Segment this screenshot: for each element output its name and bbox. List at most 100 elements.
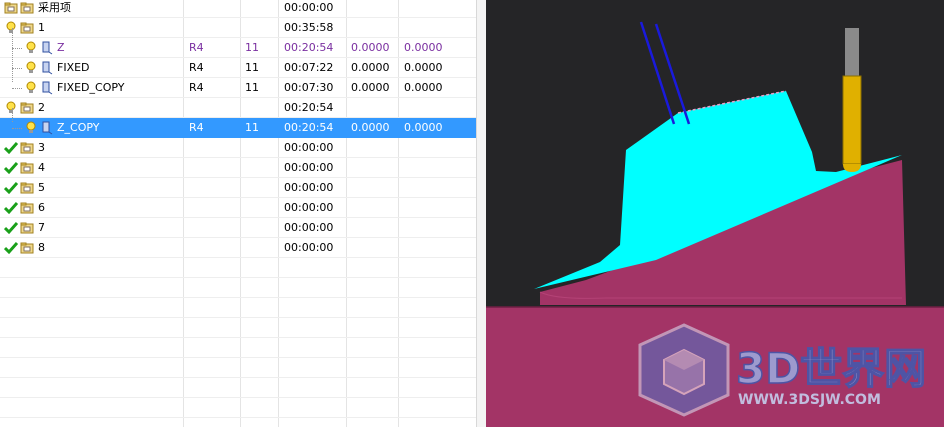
name-cell[interactable]: 5: [0, 178, 183, 198]
operation-name: 5: [38, 181, 45, 194]
floor-stock-cell: 0.0000: [404, 81, 443, 94]
time-cell: 00:00:00: [284, 241, 334, 254]
tool-number-cell: 11: [245, 41, 259, 54]
folder-icon: [20, 141, 34, 155]
tool-cell: [189, 158, 239, 178]
tool-number-cell: 11: [245, 121, 259, 134]
operation-name: Z: [57, 41, 65, 54]
graphics-viewport[interactable]: 3D世界网 WWW.3DSJW.COM: [486, 0, 944, 427]
tool-number-cell: 11: [245, 61, 259, 74]
floor-stock-cell: [404, 238, 474, 258]
empty-row: [0, 378, 476, 398]
tree-row[interactable]: 采用项 00:00:00: [0, 0, 476, 18]
time-cell: 00:07:30: [284, 81, 334, 94]
name-cell[interactable]: 2: [0, 98, 183, 118]
operation-name: 2: [38, 101, 45, 114]
tree-row[interactable]: Z R4 11 00:20:54 0.0000 0.0000: [0, 38, 476, 58]
stock-cell: [351, 198, 397, 218]
tool-number-cell: [245, 158, 277, 178]
panel-splitter[interactable]: [476, 0, 486, 427]
folder-icon: [20, 1, 34, 15]
floor-stock-cell: [404, 18, 474, 38]
tree-row[interactable]: 7 00:00:00: [0, 218, 476, 238]
time-cell: 00:20:54: [284, 41, 334, 54]
folder-icon: [20, 221, 34, 235]
tool-number-cell: [245, 198, 277, 218]
warning-bulb-icon: [4, 101, 18, 115]
warning-bulb-icon: [24, 41, 38, 55]
tree-row[interactable]: Z_COPY R4 11 00:20:54 0.0000 0.0000: [0, 118, 476, 138]
warning-bulb-icon: [24, 61, 38, 75]
tool-cell: [189, 0, 239, 18]
tool-cell: R4: [189, 81, 204, 94]
folder-icon: [20, 241, 34, 255]
time-cell: 00:00:00: [284, 181, 334, 194]
stock-cell: [351, 0, 397, 18]
name-cell[interactable]: FIXED_COPY: [0, 78, 183, 98]
tool-cell: [189, 218, 239, 238]
stock-cell: [351, 138, 397, 158]
name-cell[interactable]: FIXED: [0, 58, 183, 78]
operation-navigator: 采用项 00:00:00 1 00:35:58 Z R4 11 00:20:54 0.0000 0…: [0, 0, 476, 427]
tool-axis-line: [639, 21, 676, 125]
name-cell[interactable]: Z_COPY: [0, 118, 183, 138]
tree-row[interactable]: FIXED_COPY R4 11 00:07:30 0.0000 0.0000: [0, 78, 476, 98]
folder-icon: [20, 201, 34, 215]
checkmark-icon: [3, 181, 19, 195]
time-cell: 00:20:54: [284, 121, 334, 134]
name-cell[interactable]: Z: [0, 38, 183, 58]
stock-cell: 0.0000: [351, 121, 390, 134]
empty-row: [0, 338, 476, 358]
tool-number-cell: [245, 0, 277, 18]
name-cell[interactable]: 6: [0, 198, 183, 218]
tree-row[interactable]: FIXED R4 11 00:07:22 0.0000 0.0000: [0, 58, 476, 78]
tool-cell: [189, 98, 239, 118]
name-cell[interactable]: 8: [0, 238, 183, 258]
floor-stock-cell: [404, 198, 474, 218]
empty-row: [0, 418, 476, 427]
empty-row: [0, 398, 476, 418]
operation-name: 6: [38, 201, 45, 214]
time-cell: 00:00:00: [284, 221, 334, 234]
name-cell[interactable]: 3: [0, 138, 183, 158]
operation-name: Z_COPY: [57, 121, 100, 134]
toolpath-operation-icon: [40, 121, 54, 135]
operation-name: 8: [38, 241, 45, 254]
name-cell[interactable]: 采用项: [0, 0, 183, 18]
checkmark-icon: [3, 221, 19, 235]
tree-row[interactable]: 3 00:00:00: [0, 138, 476, 158]
name-cell[interactable]: 7: [0, 218, 183, 238]
stock-cell: [351, 178, 397, 198]
tree-row[interactable]: 1 00:35:58: [0, 18, 476, 38]
floor-stock-cell: [404, 218, 474, 238]
tool-cell: R4: [189, 41, 204, 54]
warning-bulb-icon: [24, 81, 38, 95]
toolpath-operation-icon: [40, 61, 54, 75]
stock-cell: 0.0000: [351, 41, 390, 54]
floor-stock-cell: 0.0000: [404, 41, 443, 54]
stock-cell: [351, 98, 397, 118]
tree-row[interactable]: 6 00:00:00: [0, 198, 476, 218]
ball-mill-tool: [842, 75, 862, 165]
empty-row: [0, 298, 476, 318]
tool-number-cell: [245, 218, 277, 238]
empty-row: [0, 318, 476, 338]
tree-row[interactable]: 2 00:20:54: [0, 98, 476, 118]
time-cell: 00:00:00: [284, 201, 334, 214]
tree-row[interactable]: 4 00:00:00: [0, 158, 476, 178]
checkmark-icon: [3, 241, 19, 255]
tool-cell: R4: [189, 61, 204, 74]
tool-number-cell: [245, 238, 277, 258]
empty-row: [0, 258, 476, 278]
watermark-brand: 3D世界网: [736, 344, 926, 393]
tree-row[interactable]: 8 00:00:00: [0, 238, 476, 258]
tree-row[interactable]: 5 00:00:00: [0, 178, 476, 198]
name-cell[interactable]: 1: [0, 18, 183, 38]
tool-axis-line: [654, 23, 691, 125]
operation-name: 1: [38, 21, 45, 34]
tool-number-cell: [245, 98, 277, 118]
checkmark-icon: [3, 161, 19, 175]
time-cell: 00:00:00: [284, 141, 334, 154]
watermark-url: WWW.3DSJW.COM: [738, 392, 881, 408]
name-cell[interactable]: 4: [0, 158, 183, 178]
